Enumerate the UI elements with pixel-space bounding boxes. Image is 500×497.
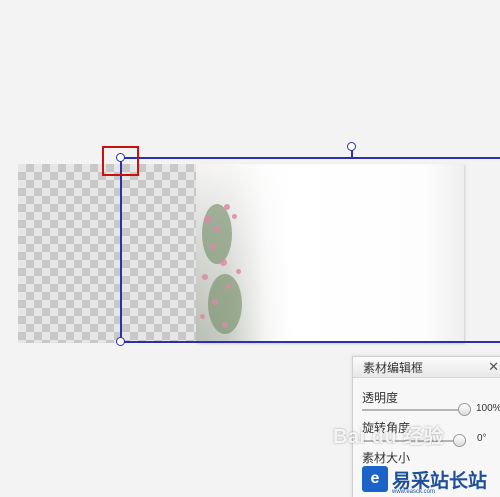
transparent-area: [18, 164, 196, 343]
opacity-slider-thumb[interactable]: [458, 403, 471, 416]
editor-canvas[interactable]: 素材编辑框 ✕ 透明度 100% 旋转角度 0° 素材大小 Bai du 经验 …: [0, 0, 500, 497]
opacity-value: 100%: [476, 403, 500, 414]
selection-left-edge[interactable]: [120, 158, 122, 342]
material-image[interactable]: [196, 164, 464, 343]
photo-flower: [224, 204, 230, 210]
photo-flower: [200, 314, 205, 319]
selection-top-edge[interactable]: [120, 157, 500, 159]
rotation-slider-thumb[interactable]: [453, 434, 466, 447]
photo-flower: [222, 322, 228, 328]
photo-flower: [210, 244, 216, 250]
highlight-annotation-box: [102, 146, 139, 176]
photo-flower: [232, 214, 237, 219]
photo-flower: [236, 269, 241, 274]
photo-flower: [226, 284, 231, 289]
selection-bottom-edge[interactable]: [120, 341, 500, 343]
photo-flower: [220, 259, 227, 266]
site-url-watermark: www.easck.com: [392, 489, 436, 495]
selection-corner-handle-bottom-left[interactable]: [116, 337, 125, 346]
photo-flower: [204, 216, 211, 223]
rotation-value: 0°: [477, 433, 487, 444]
size-label: 素材大小: [362, 451, 411, 465]
photo-flower: [202, 274, 208, 280]
photo-flower: [214, 226, 220, 232]
photo-leaf: [202, 204, 232, 264]
opacity-label: 透明度: [362, 391, 399, 405]
baidu-watermark: Bai du 经验: [333, 426, 445, 448]
site-logo-icon: e: [362, 466, 388, 492]
panel-title: 素材编辑框: [353, 357, 500, 378]
opacity-slider-track[interactable]: [362, 409, 466, 411]
photo-flower: [212, 299, 218, 305]
close-icon[interactable]: ✕: [488, 359, 499, 375]
rotate-handle[interactable]: [347, 142, 356, 151]
